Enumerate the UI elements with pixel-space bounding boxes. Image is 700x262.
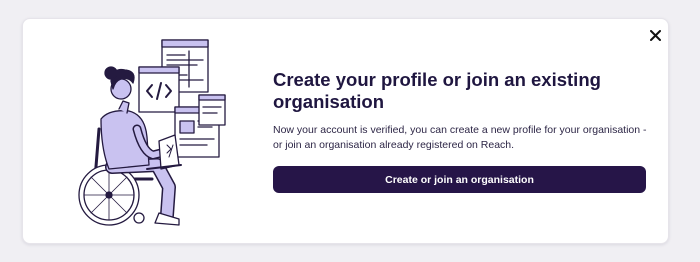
close-button[interactable] bbox=[646, 26, 664, 44]
onboarding-illustration bbox=[78, 39, 226, 226]
create-or-join-organisation-button[interactable]: Create or join an organisation bbox=[273, 166, 646, 193]
modal-content: Create your profile or join an existing … bbox=[273, 69, 653, 153]
close-icon bbox=[649, 29, 661, 41]
modal-title: Create your profile or join an existing … bbox=[273, 69, 601, 112]
modal-description: Now your account is verified, you can cr… bbox=[273, 124, 647, 151]
onboarding-modal: Create your profile or join an existing … bbox=[22, 18, 669, 244]
